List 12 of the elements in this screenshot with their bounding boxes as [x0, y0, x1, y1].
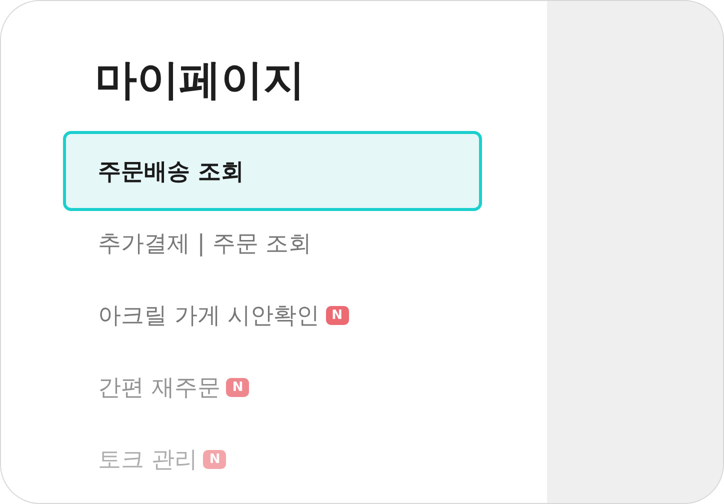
new-badge: N — [226, 378, 250, 397]
new-badge: N — [203, 450, 226, 469]
new-badge: N — [326, 306, 349, 325]
menu-item[interactable]: 주문배송 조회 — [63, 131, 482, 212]
menu-label: 주문배송 조회 — [98, 158, 244, 187]
menu-label: 토크 관리 — [98, 446, 198, 475]
menu-item[interactable]: 간편 재주문 N — [63, 351, 482, 424]
menu-label: 간편 재주문 — [98, 374, 220, 403]
page-title: 마이페이지 — [95, 57, 306, 104]
menu-label: 아크릴 가게 시안확인 — [98, 302, 320, 331]
menu-label: 추가결제 | 주문 조회 — [98, 230, 312, 259]
menu-item[interactable]: 아크릴 가게 시안확인 N — [63, 279, 482, 352]
